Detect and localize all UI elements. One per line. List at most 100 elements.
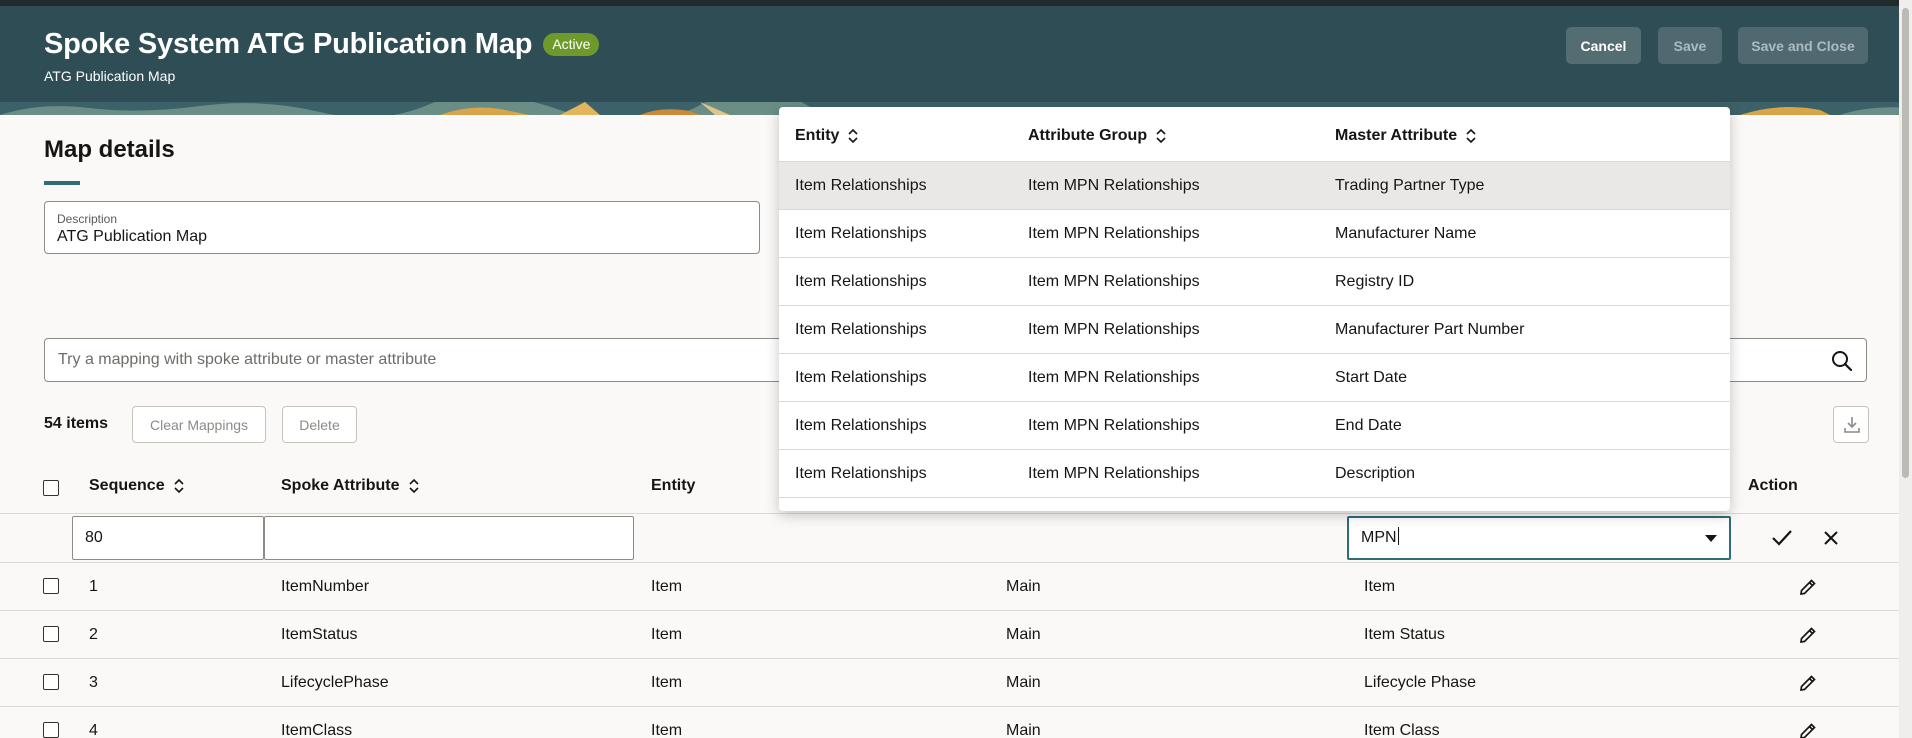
description-label: Description [57,212,118,226]
cell-entity: Item [651,626,683,643]
spoke-attribute-input[interactable] [264,516,634,560]
section-title: Map details [44,136,175,163]
popup-header-attribute-group[interactable]: Attribute Group [1028,127,1166,145]
cell-entity: Item [651,722,683,738]
option-master-attribute: Registry ID [1335,273,1415,290]
save-and-close-button[interactable]: Save and Close [1738,27,1868,64]
download-icon [1844,417,1860,433]
row-checkbox[interactable] [43,722,59,738]
option-entity: Item Relationships [795,369,927,386]
dropdown-option[interactable]: Item Relationships Item MPN Relationship… [779,210,1730,258]
option-attribute-group: Item MPN Relationships [1028,465,1200,482]
popup-header-master-attribute[interactable]: Master Attribute [1335,127,1476,145]
option-master-attribute: Manufacturer Part Number [1335,321,1525,338]
popup-header-entity[interactable]: Entity [795,127,859,145]
column-header-sequence[interactable]: Sequence [89,477,184,495]
dropdown-option[interactable]: Item Relationships Item MPN Relationship… [779,450,1730,498]
option-entity: Item Relationships [795,225,927,242]
cell-spoke-attribute: ItemClass [281,722,353,738]
item-count: 54 items [44,415,109,432]
table-row[interactable]: 1 ItemNumber Item Main Item [0,562,1899,610]
scrollbar-thumb[interactable] [1902,8,1909,478]
sort-icon[interactable] [1466,128,1476,144]
page-header: Spoke System ATG Publication Map Active … [0,0,1912,115]
edit-pencil-icon[interactable] [1798,673,1818,693]
dropdown-option[interactable]: Item Relationships Item MPN Relationship… [779,402,1730,450]
cell-attribute-group: Main [1006,626,1041,643]
dropdown-option[interactable]: Item Relationships Item MPN Relationship… [779,354,1730,402]
master-attribute-combobox[interactable]: MPN [1347,516,1731,560]
cell-master-attribute: Item Status [1364,626,1445,643]
column-header-entity: Entity [651,477,696,494]
popup-header-attribute-group-label: Attribute Group [1028,127,1148,144]
row-checkbox[interactable] [43,626,59,642]
cell-sequence: 3 [89,674,98,691]
page-subtitle: ATG Publication Map [44,68,176,84]
sort-icon[interactable] [174,478,184,494]
sequence-input[interactable]: 80 [72,516,264,560]
header-top-strip [0,0,1912,6]
description-field[interactable]: Description ATG Publication Map [44,201,760,254]
cell-entity: Item [651,578,683,595]
cell-attribute-group: Main [1006,722,1041,738]
option-attribute-group: Item MPN Relationships [1028,225,1200,242]
download-button[interactable] [1833,406,1869,443]
table-row[interactable]: 4 ItemClass Item Main Item Class [0,706,1899,738]
row-checkbox[interactable] [43,578,59,594]
cancel-button[interactable]: Cancel [1566,27,1641,64]
search-icon[interactable] [1831,350,1853,372]
column-header-spoke-attribute[interactable]: Spoke Attribute [281,477,419,495]
cell-sequence: 2 [89,626,98,643]
confirm-check-icon[interactable] [1771,528,1793,548]
option-entity: Item Relationships [795,417,927,434]
sort-icon[interactable] [408,478,419,494]
page-scrollbar[interactable] [1899,0,1912,738]
sort-icon[interactable] [1156,128,1166,144]
cell-spoke-attribute: ItemStatus [281,626,358,643]
option-attribute-group: Item MPN Relationships [1028,417,1200,434]
option-entity: Item Relationships [795,273,927,290]
row-checkbox[interactable] [43,674,59,690]
table-row[interactable]: 2 ItemStatus Item Main Item Status [0,610,1899,658]
column-header-action: Action [1748,477,1798,494]
master-attribute-value[interactable]: MPN [1361,529,1397,546]
option-master-attribute: Description [1335,465,1416,482]
sort-icon[interactable] [848,128,859,144]
select-all-checkbox[interactable] [43,480,59,496]
column-header-sequence-label: Sequence [89,477,165,494]
option-master-attribute: End Date [1335,417,1402,434]
text-cursor [1397,527,1399,545]
cell-master-attribute: Lifecycle Phase [1364,674,1477,691]
edit-pencil-icon[interactable] [1798,577,1818,597]
save-button[interactable]: Save [1658,27,1722,64]
cell-spoke-attribute: LifecyclePhase [281,674,389,691]
option-attribute-group: Item MPN Relationships [1028,273,1200,290]
section-title-underline [44,181,80,185]
option-master-attribute: Manufacturer Name [1335,225,1477,242]
description-value[interactable]: ATG Publication Map [57,228,207,246]
option-entity: Item Relationships [795,177,927,194]
option-attribute-group: Item MPN Relationships [1028,177,1200,194]
cell-attribute-group: Main [1006,578,1041,595]
dropdown-option[interactable]: Item Relationships Item MPN Relationship… [779,162,1730,210]
cell-master-attribute: Item [1364,578,1396,595]
cell-master-attribute: Item Class [1364,722,1440,738]
cell-entity: Item [651,674,683,691]
delete-button[interactable]: Delete [282,406,357,443]
search-placeholder: Try a mapping with spoke attribute or ma… [58,351,437,368]
dropdown-arrow-icon[interactable] [1705,535,1717,542]
cancel-close-icon[interactable] [1823,530,1839,546]
table-row[interactable]: 3 LifecyclePhase Item Main Lifecycle Pha… [0,658,1899,706]
dropdown-option[interactable]: Item Relationships Item MPN Relationship… [779,258,1730,306]
clear-mappings-button[interactable]: Clear Mappings [132,406,266,443]
popup-header-entity-label: Entity [795,127,840,144]
dropdown-option[interactable]: Item Relationships Item MPN Relationship… [779,306,1730,354]
edit-pencil-icon[interactable] [1798,721,1818,738]
cell-sequence: 1 [89,578,98,595]
cell-attribute-group: Main [1006,674,1041,691]
column-header-spoke-attribute-label: Spoke Attribute [281,477,400,494]
option-attribute-group: Item MPN Relationships [1028,321,1200,338]
page-title: Spoke System ATG Publication Map [44,28,533,60]
edit-pencil-icon[interactable] [1798,625,1818,645]
cell-sequence: 4 [89,722,98,738]
